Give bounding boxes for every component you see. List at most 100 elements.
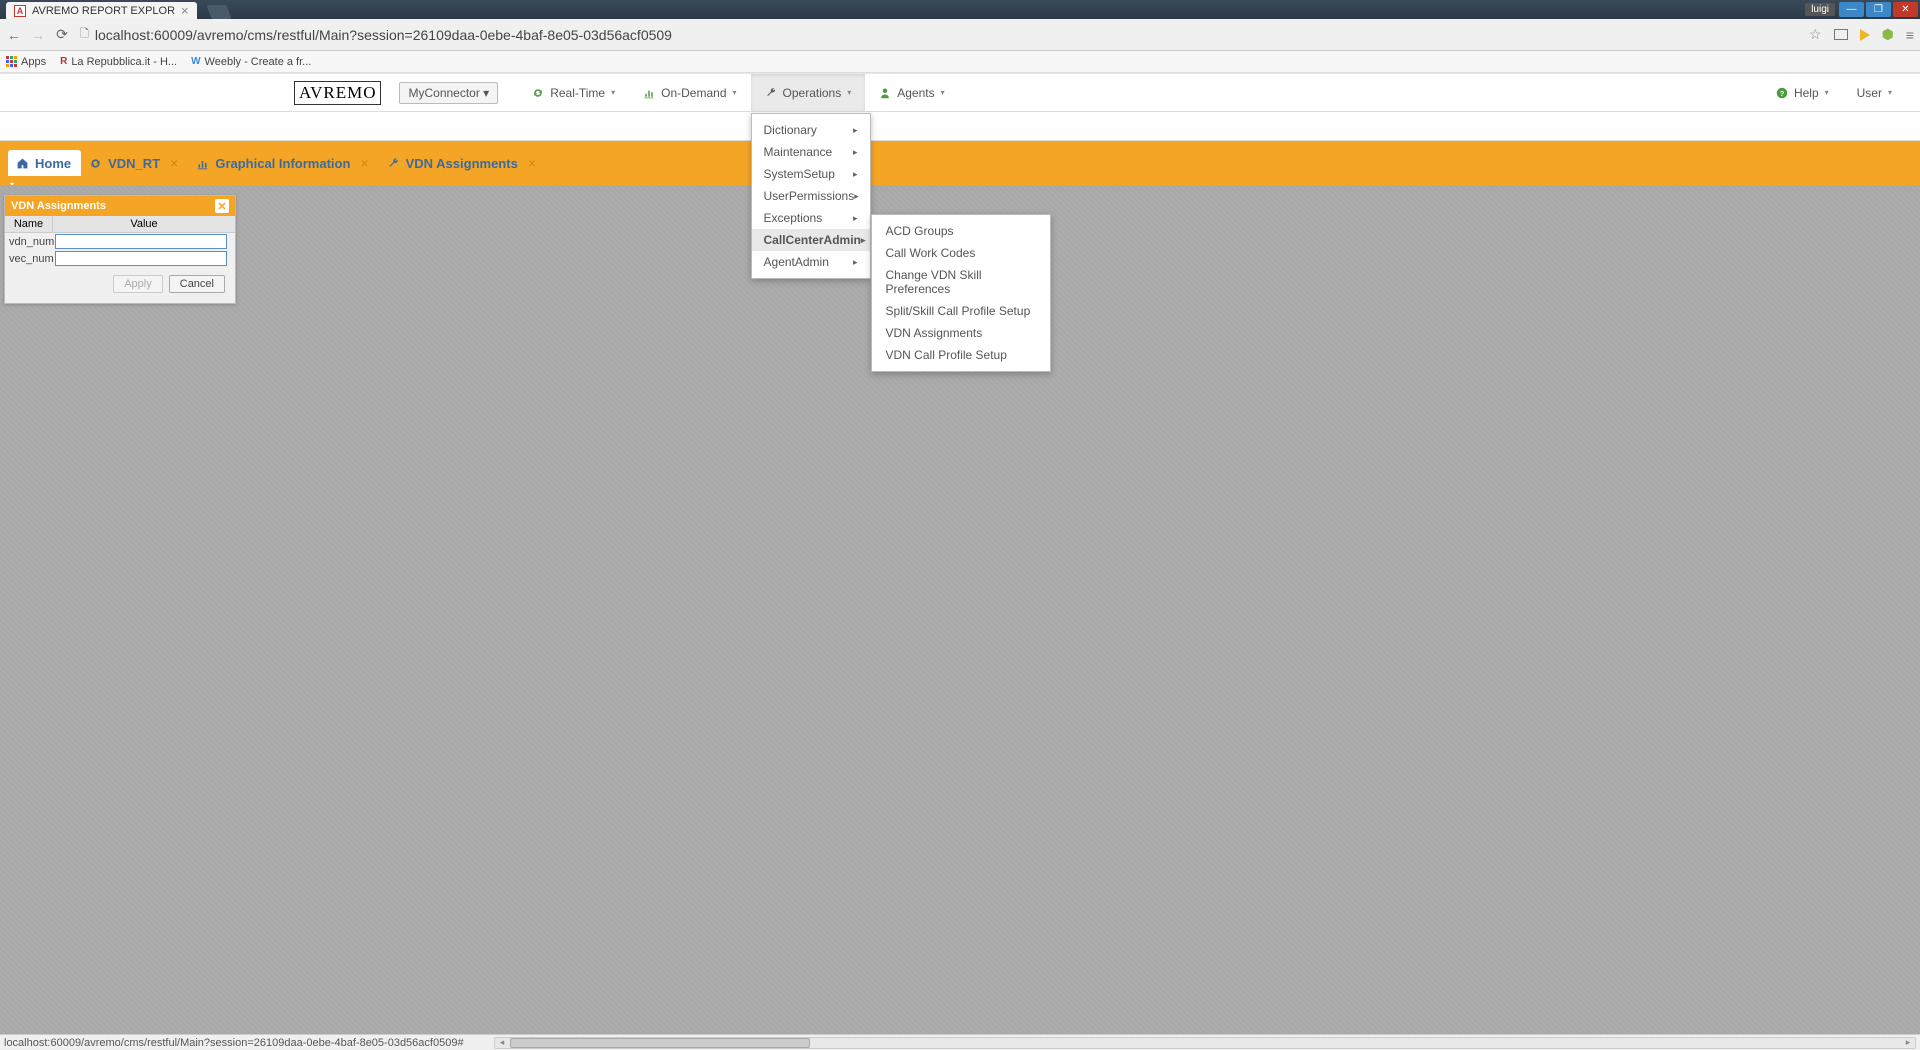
window-minimize-button[interactable]: — [1839,2,1864,17]
browser-tab[interactable]: A AVREMO REPORT EXPLOR × [6,2,197,19]
menu-item-dictionary[interactable]: Dictionary▸ [752,119,870,141]
tab-home[interactable]: Home [8,150,81,176]
submenu-vdn-call-profile[interactable]: VDN Call Profile Setup [872,344,1050,366]
panel-close-button[interactable]: ✕ [215,199,229,213]
sub-toolbar: ▾ [0,176,1920,185]
wrench-icon [765,87,777,99]
menu-item-maintenance[interactable]: Maintenance▸ [752,141,870,163]
tab-label: Graphical Information [215,156,350,171]
col-value: Value [53,216,235,232]
status-text: localhost:60009/avremo/cms/restful/Main?… [4,1037,494,1049]
favicon-icon: A [14,5,26,17]
apps-shortcut[interactable]: Apps [6,56,46,68]
bookmark-star-icon[interactable]: ☆ [1809,26,1822,43]
bookmark-label: Weebly - Create a fr... [205,56,312,68]
status-bar: localhost:60009/avremo/cms/restful/Main?… [0,1034,1920,1050]
menu-item-systemsetup[interactable]: SystemSetup▸ [752,163,870,185]
nav-ondemand[interactable]: On-Demand▾ [629,74,750,111]
page-icon: 🗋 [80,25,89,44]
menu-item-callcenteradmin[interactable]: CallCenterAdmin▸ [752,229,870,251]
menu-icon[interactable]: ≡ [1906,27,1914,43]
home-icon [16,157,29,170]
chart-icon [643,87,655,99]
row-vec-num: vec_num [5,250,235,267]
secondary-bar [0,112,1920,141]
menu-item-exceptions[interactable]: Exceptions▸ [752,207,870,229]
wrench-icon [387,157,400,170]
tab-label: Home [35,156,71,171]
vdn-num-input[interactable] [55,234,227,249]
user-label: luigi [1805,3,1835,16]
nav-agents[interactable]: Agents▾ [865,74,958,111]
back-button[interactable]: ← [6,27,22,43]
nav-label: Operations [783,86,842,100]
app-logo: AVREMO [294,81,381,105]
scroll-right-icon[interactable]: ▸ [1901,1037,1915,1048]
chart-icon [196,157,209,170]
help-icon: ? [1776,87,1788,99]
submenu-change-vdn-skill[interactable]: Change VDN Skill Preferences [872,264,1050,300]
window-close-button[interactable]: ✕ [1893,2,1918,17]
scrollbar-thumb[interactable] [510,1038,810,1048]
address-text[interactable]: localhost:60009/avremo/cms/restful/Main?… [95,27,672,43]
app-tab-strip: Home VDN_RT × Graphical Information × VD… [0,141,1920,176]
bookmark-label: La Repubblica.it - H... [71,56,177,68]
menu-item-userpermissions[interactable]: UserPermissions▸ [752,185,870,207]
extension-icon[interactable]: ⬢ [1882,26,1894,43]
tab-close-icon[interactable]: × [360,155,368,171]
connector-selector[interactable]: MyConnector ▾ [399,82,498,104]
row-vdn-num: vdn_num [5,233,235,250]
nav-user[interactable]: User▾ [1843,74,1906,111]
os-title-bar: A AVREMO REPORT EXPLOR × luigi — ❐ ✕ [0,0,1920,19]
scroll-left-icon[interactable]: ◂ [495,1037,509,1048]
tab-vdn-assignments[interactable]: VDN Assignments × [379,149,546,176]
panel-header[interactable]: VDN Assignments ✕ [5,196,235,216]
operations-dropdown: Dictionary▸ Maintenance▸ SystemSetup▸ Us… [751,113,871,279]
new-tab-button[interactable] [206,5,231,19]
row-label: vec_num [9,253,53,265]
col-name: Name [5,216,53,232]
menu-item-agentadmin[interactable]: AgentAdmin▸ [752,251,870,273]
submenu-call-work-codes[interactable]: Call Work Codes [872,242,1050,264]
panel-title: VDN Assignments [11,200,106,212]
nav-operations[interactable]: Operations▾ Dictionary▸ Maintenance▸ Sys… [751,74,866,111]
row-label: vdn_num [9,236,53,248]
url-bar: ← → ⟳ 🗋 localhost:60009/avremo/cms/restf… [0,19,1920,51]
panel-table-header: Name Value [5,216,235,233]
device-icon[interactable] [1834,29,1848,40]
callcenteradmin-submenu: ACD Groups Call Work Codes Change VDN Sk… [871,214,1051,372]
tab-label: VDN Assignments [406,156,518,171]
submenu-acd-groups[interactable]: ACD Groups [872,220,1050,242]
tab-close-icon[interactable]: × [528,155,536,171]
reload-button[interactable]: ⟳ [54,27,70,43]
bookmark-icon: R [60,56,67,67]
submenu-split-skill-profile[interactable]: Split/Skill Call Profile Setup [872,300,1050,322]
nav-label: On-Demand [661,86,726,100]
nav-label: Real-Time [550,86,605,100]
horizontal-scrollbar[interactable]: ◂ ▸ [494,1037,1916,1049]
cancel-button[interactable]: Cancel [169,275,225,293]
tab-title: AVREMO REPORT EXPLOR [32,5,175,17]
play-icon[interactable] [1860,29,1870,41]
nav-label: Help [1794,86,1819,100]
bookmarks-bar: Apps R La Repubblica.it - H... W Weebly … [0,51,1920,73]
bookmark-repubblica[interactable]: R La Repubblica.it - H... [60,56,177,68]
bookmark-weebly[interactable]: W Weebly - Create a fr... [191,56,311,68]
vec-num-input[interactable] [55,251,227,266]
tab-close-icon[interactable]: × [181,4,189,17]
svg-text:?: ? [1780,89,1785,98]
vdn-assignments-panel: VDN Assignments ✕ Name Value vdn_num vec… [4,195,236,304]
tab-close-icon[interactable]: × [170,155,178,171]
submenu-vdn-assignments[interactable]: VDN Assignments [872,322,1050,344]
apply-button: Apply [113,275,163,293]
nav-label: User [1857,86,1882,100]
window-maximize-button[interactable]: ❐ [1866,2,1891,17]
tab-vdn-rt[interactable]: VDN_RT × [81,149,188,176]
refresh-icon [532,87,544,99]
tab-graphical-info[interactable]: Graphical Information × [188,149,378,176]
nav-realtime[interactable]: Real-Time▾ [518,74,629,111]
forward-button: → [30,27,46,43]
tab-label: VDN_RT [108,156,160,171]
bookmark-icon: W [191,56,200,67]
nav-help[interactable]: ? Help▾ [1762,74,1843,111]
